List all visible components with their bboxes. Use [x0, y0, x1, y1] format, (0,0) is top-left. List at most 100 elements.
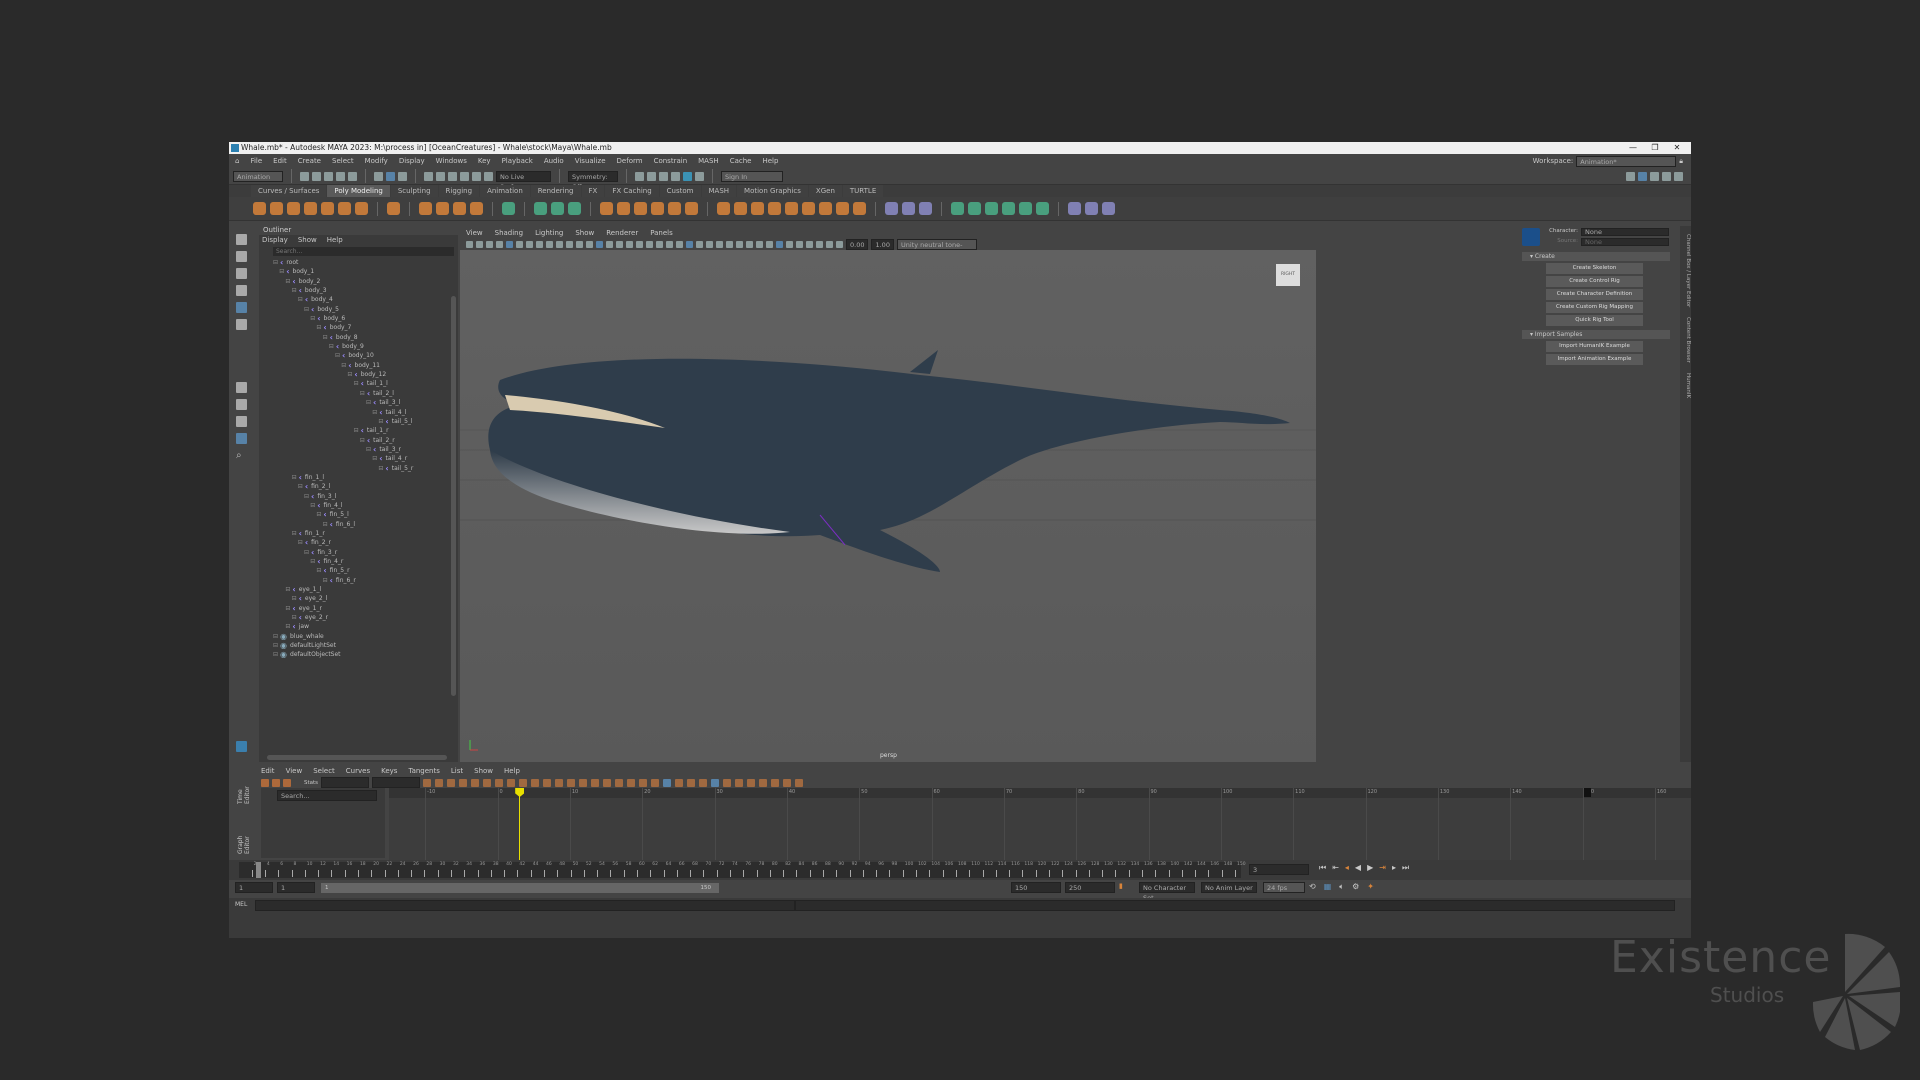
- snap-curve-icon[interactable]: [436, 171, 445, 181]
- insert-keys-icon[interactable]: [272, 778, 280, 787]
- outliner-item[interactable]: ⊟ ‹ tail_5_r: [265, 464, 458, 473]
- hik-create-button[interactable]: Create Custom Rig Mapping: [1546, 302, 1643, 313]
- render-settings-icon[interactable]: [659, 171, 668, 181]
- viewport-persp[interactable]: RIGHT persp: [460, 250, 1316, 762]
- shelf-tool-icon[interactable]: [819, 202, 832, 215]
- go-to-end-icon[interactable]: ⏭: [1402, 863, 1409, 873]
- render-icon[interactable]: [635, 171, 644, 181]
- graph-tool-icon[interactable]: [507, 778, 516, 787]
- viewport-tool-icon[interactable]: [836, 240, 843, 248]
- viewport-tool-icon[interactable]: [666, 240, 673, 248]
- expand-toggle-icon[interactable]: ⊟: [372, 454, 377, 463]
- view-cube[interactable]: RIGHT: [1276, 264, 1300, 286]
- shelf-tab[interactable]: Rigging: [438, 185, 480, 197]
- shelf-tool-icon[interactable]: [1036, 202, 1049, 215]
- color-space-dropdown[interactable]: Unity neutral tone-map (sRGB): [896, 238, 977, 259]
- graph-tool-icon[interactable]: [615, 778, 624, 787]
- hypershade-icon[interactable]: [671, 171, 680, 181]
- play-forward-icon[interactable]: ▶: [1367, 863, 1373, 873]
- outliner-item[interactable]: ⊟ ‹ fin_1_r: [265, 529, 458, 538]
- viewport-menu-show[interactable]: Show: [575, 228, 594, 238]
- graph-menu-list[interactable]: List: [451, 766, 463, 776]
- shelf-tab[interactable]: TURTLE: [842, 185, 884, 197]
- hik-import-button[interactable]: Import HumanIK Example: [1546, 341, 1643, 352]
- expand-toggle-icon[interactable]: ⊟: [354, 426, 359, 435]
- shelf-tool-icon[interactable]: [453, 202, 466, 215]
- graph-menu-keys[interactable]: Keys: [381, 766, 397, 776]
- viewport-tool-icon[interactable]: [786, 240, 793, 248]
- shelf-tool-icon[interactable]: [270, 202, 283, 215]
- viewport-tool-icon[interactable]: [466, 240, 473, 248]
- outliner-item[interactable]: ⊟ ‹ tail_3_r: [265, 445, 458, 454]
- channel-box-icon[interactable]: [1674, 171, 1683, 181]
- shelf-tool-icon[interactable]: [470, 202, 483, 215]
- viewport-tool-icon[interactable]: [596, 240, 603, 248]
- viewport-tool-icon[interactable]: [706, 240, 713, 248]
- two-pane-layout-icon[interactable]: [236, 416, 247, 427]
- expand-toggle-icon[interactable]: ⊟: [273, 258, 278, 267]
- outliner-item[interactable]: ⊟ ‹ fin_4_l: [265, 501, 458, 510]
- viewport-tool-icon[interactable]: [486, 240, 493, 248]
- expand-toggle-icon[interactable]: ⊟: [279, 267, 284, 276]
- graph-tool-icon[interactable]: [591, 778, 600, 787]
- stats-field-1[interactable]: [321, 777, 370, 788]
- viewport-tool-icon[interactable]: [686, 240, 693, 248]
- outliner-vertical-scrollbar[interactable]: [451, 296, 456, 696]
- scene-start-field[interactable]: 1: [235, 882, 273, 893]
- graph-tool-icon[interactable]: [687, 778, 696, 787]
- character-set-dropdown[interactable]: No Character Set: [1139, 882, 1195, 902]
- expand-toggle-icon[interactable]: ⊟: [323, 576, 328, 585]
- shelf-tool-icon[interactable]: [1002, 202, 1015, 215]
- shelf-tool-icon[interactable]: [734, 202, 747, 215]
- shelf-tab[interactable]: Motion Graphics: [737, 185, 808, 197]
- expand-toggle-icon[interactable]: ⊟: [360, 436, 365, 445]
- outliner-item[interactable]: ⊟ ‹ body_9: [265, 342, 458, 351]
- loop-icon[interactable]: ⟲: [1309, 882, 1316, 892]
- outliner-menu-help[interactable]: Help: [327, 235, 343, 245]
- graph-tool-icon[interactable]: [603, 778, 612, 787]
- pause-icon[interactable]: [695, 171, 704, 181]
- graph-tool-icon[interactable]: [495, 778, 504, 787]
- viewport-tool-icon[interactable]: [816, 240, 823, 248]
- shelf-tool-icon[interactable]: [1019, 202, 1032, 215]
- expand-toggle-icon[interactable]: ⊟: [335, 351, 340, 360]
- outliner-item[interactable]: ⊟ ‹ body_1: [265, 267, 458, 276]
- outliner-item[interactable]: ⊟ ‹ tail_4_l: [265, 408, 458, 417]
- outliner-search-input[interactable]: Search...: [273, 247, 454, 256]
- expand-toggle-icon[interactable]: ⊟: [292, 613, 297, 622]
- menu-key[interactable]: Key: [478, 154, 491, 168]
- shelf-tool-icon[interactable]: [802, 202, 815, 215]
- outliner-item[interactable]: ⊟ ‹ root: [265, 258, 458, 267]
- close-button[interactable]: ✕: [1667, 142, 1687, 154]
- outliner-item[interactable]: ⊟ ‹ jaw: [265, 622, 458, 631]
- shelf-tool-icon[interactable]: [885, 202, 898, 215]
- ipr-render-icon[interactable]: [647, 171, 656, 181]
- outliner-item[interactable]: ⊟ ‹ body_2: [265, 277, 458, 286]
- viewport-menu-lighting[interactable]: Lighting: [535, 228, 563, 238]
- playback-start-field[interactable]: 1: [277, 882, 315, 893]
- outliner-item[interactable]: ⊟ ‹ tail_1_r: [265, 426, 458, 435]
- viewport-tool-icon[interactable]: [726, 240, 733, 248]
- graph-tool-icon[interactable]: [555, 778, 564, 787]
- expand-toggle-icon[interactable]: ⊟: [354, 379, 359, 388]
- shelf-tool-icon[interactable]: [436, 202, 449, 215]
- snap-point-icon[interactable]: [448, 171, 457, 181]
- menu-help[interactable]: Help: [762, 154, 778, 168]
- graph-tool-icon[interactable]: [579, 778, 588, 787]
- graph-tool-icon[interactable]: [771, 778, 780, 787]
- viewport-tool-icon[interactable]: [696, 240, 703, 248]
- shelf-tab[interactable]: Animation: [480, 185, 530, 197]
- maximize-button[interactable]: ❐: [1645, 142, 1665, 154]
- shelf-tab[interactable]: Custom: [659, 185, 701, 197]
- graph-menu-edit[interactable]: Edit: [261, 766, 275, 776]
- graph-tool-icon[interactable]: [459, 778, 468, 787]
- viewport-tool-icon[interactable]: [776, 240, 783, 248]
- viewport-tool-icon[interactable]: [506, 240, 513, 248]
- side-tab[interactable]: Channel Box / Layer Editor: [1680, 234, 1691, 307]
- expand-toggle-icon[interactable]: ⊟: [316, 566, 321, 575]
- shelf-tool-icon[interactable]: [919, 202, 932, 215]
- outliner-menu-show[interactable]: Show: [298, 235, 317, 245]
- viewport-tool-icon[interactable]: [476, 240, 483, 248]
- viewport-tool-icon[interactable]: [536, 240, 543, 248]
- command-input[interactable]: [255, 900, 795, 911]
